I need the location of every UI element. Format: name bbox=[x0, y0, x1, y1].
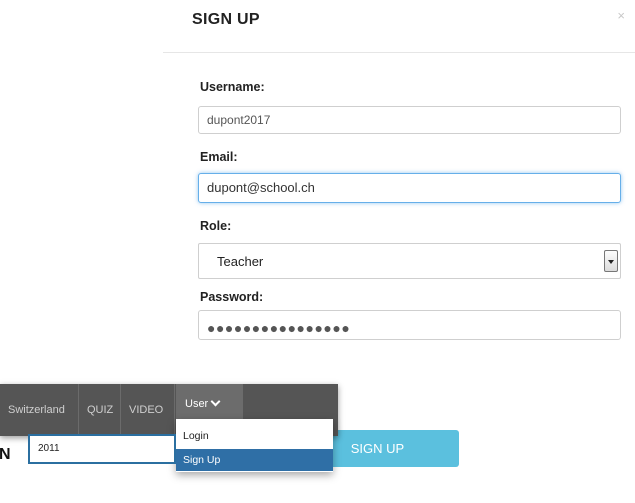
user-menu-label: User bbox=[185, 398, 209, 410]
menu-item-login[interactable]: Login bbox=[176, 423, 333, 449]
role-select-value: Teacher bbox=[217, 254, 264, 269]
chevron-down-icon[interactable] bbox=[604, 250, 618, 272]
email-field[interactable]: dupont@school.ch bbox=[198, 173, 621, 203]
password-field[interactable]: ●●●●●●●●●●●●●●●● bbox=[198, 310, 621, 340]
nav-item-switzerland[interactable]: Switzerland bbox=[0, 384, 79, 436]
role-label: Role: bbox=[200, 219, 232, 233]
password-masked-value: ●●●●●●●●●●●●●●●● bbox=[207, 320, 351, 336]
username-field[interactable]: dupont2017 bbox=[198, 106, 621, 134]
nav-item-quiz[interactable]: QUIZ bbox=[79, 384, 121, 436]
user-menu-toggle[interactable]: User bbox=[176, 384, 243, 424]
email-label: Email: bbox=[200, 150, 238, 164]
role-select[interactable]: Teacher bbox=[198, 243, 621, 279]
year-input[interactable]: 2011 bbox=[28, 434, 176, 464]
modal-divider bbox=[163, 52, 635, 53]
modal-title: SIGN UP bbox=[192, 11, 260, 28]
nav-item-video[interactable]: VIDEO bbox=[121, 384, 175, 436]
close-icon[interactable]: × bbox=[617, 8, 625, 23]
year-label: N bbox=[0, 446, 11, 463]
user-dropdown-menu: Login Sign Up bbox=[176, 419, 333, 472]
password-label: Password: bbox=[200, 290, 264, 304]
menu-item-signup[interactable]: Sign Up bbox=[176, 449, 333, 471]
username-label: Username: bbox=[200, 80, 265, 94]
chevron-down-icon bbox=[210, 396, 221, 407]
